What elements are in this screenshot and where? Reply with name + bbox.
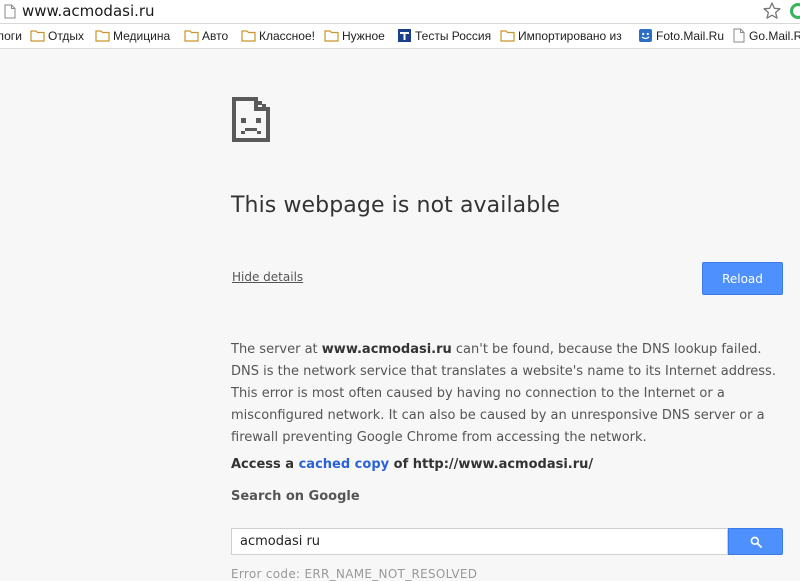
access-suffix: of http://www.acmodasi.ru/ — [389, 457, 594, 472]
site-favicon — [398, 29, 411, 42]
bookmark-label: Медицина — [113, 29, 171, 43]
details-suffix: can't be found, because the DNS lookup f… — [231, 342, 776, 445]
details-host: www.acmodasi.ru — [321, 342, 452, 357]
details-prefix: The server at — [231, 342, 322, 357]
bookmark-label: Авто — [202, 29, 229, 43]
foto-mail-favicon — [639, 29, 652, 42]
bookmark-label: Go.Mail.Ru — [749, 29, 800, 43]
search-icon — [750, 536, 762, 548]
omnibox[interactable]: www.acmodasi.ru — [0, 0, 800, 24]
bookmark-label: Классное! — [259, 29, 315, 43]
folder-icon — [324, 30, 339, 42]
page-icon — [733, 28, 745, 43]
folder-icon — [30, 30, 45, 42]
reload-button[interactable]: Reload — [702, 262, 783, 295]
google-search-input[interactable] — [231, 528, 728, 555]
bookmark-star-icon[interactable] — [762, 1, 782, 21]
error-details: The server at www.acmodasi.ru can't be f… — [231, 339, 791, 449]
folder-icon — [500, 30, 515, 42]
hide-details-link[interactable]: Hide details — [232, 270, 303, 284]
cached-copy-link[interactable]: cached copy — [299, 457, 390, 472]
url-text[interactable]: www.acmodasi.ru — [22, 2, 155, 21]
bookmark-label: Отдых — [48, 29, 85, 43]
page-icon — [4, 4, 16, 19]
google-search-button[interactable] — [728, 528, 783, 555]
folder-icon — [95, 30, 110, 42]
sad-page-icon — [232, 97, 270, 142]
error-headline: This webpage is not available — [231, 193, 561, 218]
folder-icon — [241, 30, 256, 42]
bookmark-label: Импортировано из — [518, 29, 622, 43]
bookmark-label: Тесты Россия — [415, 29, 492, 43]
bookmark-label: Нужное — [342, 29, 385, 43]
access-prefix: Access a — [231, 457, 299, 472]
extension-icon[interactable] — [790, 3, 800, 19]
bookmark-label: логи — [0, 29, 22, 43]
folder-icon — [184, 30, 199, 42]
cached-copy-line: Access a cached copy of http://www.acmod… — [231, 457, 593, 472]
bookmark-item[interactable]: логи — [0, 24, 22, 48]
search-on-google-title: Search on Google — [231, 489, 360, 504]
error-code: Error code: ERR_NAME_NOT_RESOLVED — [231, 567, 478, 581]
bookmarks-bar: логи Отдых Медицина Авто Классное! Нужно… — [0, 24, 800, 49]
bookmark-label: Foto.Mail.Ru — [656, 29, 725, 43]
